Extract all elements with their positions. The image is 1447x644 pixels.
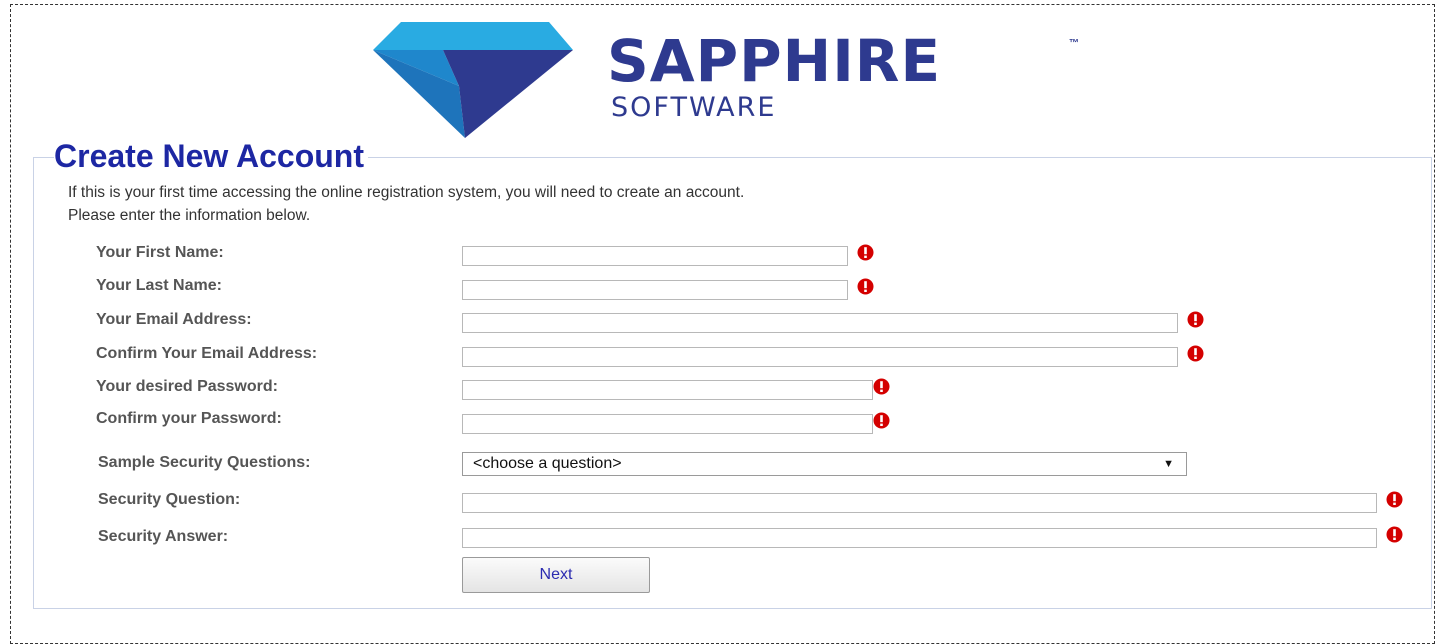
password-field[interactable] — [462, 380, 873, 400]
security-answer-label: Security Answer: — [98, 528, 229, 545]
last-name-label: Your Last Name: — [96, 277, 222, 294]
last-name-field[interactable] — [462, 280, 848, 300]
intro-text-line2: Please enter the information below. — [68, 207, 311, 224]
intro-text-line1: If this is your first time accessing the… — [68, 184, 745, 201]
first-name-label: Your First Name: — [96, 244, 224, 261]
brand-trademark: ™ — [1069, 38, 1079, 49]
email-label: Your Email Address: — [96, 311, 252, 328]
confirm-email-label: Confirm Your Email Address: — [96, 345, 318, 362]
security-question-field[interactable] — [462, 493, 1377, 513]
confirm-email-field[interactable] — [462, 347, 1178, 367]
required-icon — [1187, 345, 1204, 362]
required-icon — [1187, 311, 1204, 328]
sapphire-gem-icon — [373, 22, 573, 138]
confirm-password-field[interactable] — [462, 414, 873, 434]
sample-questions-select[interactable]: <choose a question> ▼ — [462, 452, 1187, 476]
required-icon — [1386, 491, 1403, 508]
required-icon — [857, 244, 874, 261]
sample-questions-label: Sample Security Questions: — [98, 454, 311, 471]
required-icon — [873, 378, 890, 395]
security-answer-field[interactable] — [462, 528, 1377, 548]
brand-tagline: SOFTWARE — [611, 92, 777, 123]
required-icon — [1386, 526, 1403, 543]
page-title: Create New Account — [54, 136, 368, 176]
confirm-password-label: Confirm your Password: — [96, 410, 282, 427]
required-icon — [873, 412, 890, 429]
sapphire-logo: SAPPHIRE ™ SOFTWARE — [373, 22, 1093, 138]
dropdown-arrow-icon: ▼ — [1163, 458, 1174, 470]
next-button[interactable]: Next — [462, 557, 650, 593]
first-name-field[interactable] — [462, 246, 848, 266]
email-field[interactable] — [462, 313, 1178, 333]
password-label: Your desired Password: — [96, 378, 278, 395]
sample-questions-selected: <choose a question> — [473, 455, 622, 472]
required-icon — [857, 278, 874, 295]
security-question-label: Security Question: — [98, 491, 241, 508]
brand-name: SAPPHIRE — [607, 27, 942, 95]
